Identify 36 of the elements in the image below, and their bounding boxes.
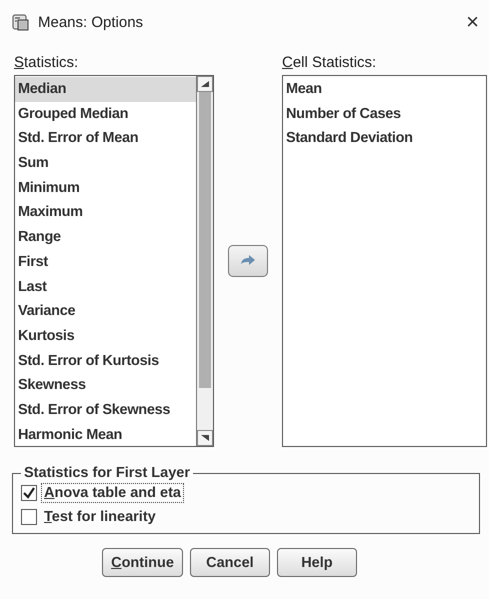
scroll-up-icon[interactable] xyxy=(201,81,209,87)
list-item[interactable]: Std. Error of Mean xyxy=(15,126,196,152)
dialog-button[interactable]: Continue xyxy=(102,548,183,577)
list-item[interactable]: Kurtosis xyxy=(15,324,196,349)
list-item[interactable]: First xyxy=(15,250,196,274)
move-button[interactable] xyxy=(228,244,268,276)
list-item[interactable]: Skewness xyxy=(15,373,196,398)
list-item[interactable]: Std. Error of Kurtosis xyxy=(15,348,196,374)
list-item[interactable]: Minimum xyxy=(15,176,196,200)
checkbox[interactable] xyxy=(21,509,37,525)
checkbox[interactable] xyxy=(21,485,37,501)
list-item[interactable]: Variance xyxy=(15,299,196,324)
list-label: Statistics: xyxy=(14,54,80,72)
list-item[interactable]: Std. Error of Skewness xyxy=(15,398,196,423)
close-button[interactable]: × xyxy=(466,9,479,35)
list-item[interactable]: Grouped Median xyxy=(15,102,196,126)
checkbox-label[interactable]: Test for linearity xyxy=(41,507,159,527)
checkbox-label[interactable]: Anova table and eta xyxy=(41,483,184,503)
list-label: Cell Statistics: xyxy=(282,54,378,72)
list-item[interactable]: Range xyxy=(15,225,196,250)
app-icon xyxy=(12,13,30,31)
list-item[interactable]: Standard Deviation xyxy=(283,126,486,152)
list-item[interactable]: Last xyxy=(15,274,196,300)
list-item[interactable]: Mean xyxy=(283,77,486,102)
dialog-button[interactable]: Cancel xyxy=(190,548,270,577)
list-item[interactable]: Median xyxy=(15,77,196,102)
list-item[interactable]: Harmonic Mean xyxy=(15,422,196,448)
window-title: Means: Options xyxy=(38,14,144,30)
group-title: Statistics for First Layer xyxy=(23,465,191,481)
scroll-down-icon[interactable] xyxy=(201,435,209,441)
dialog-button[interactable]: Help xyxy=(276,548,357,577)
list-item[interactable]: Number of Cases xyxy=(283,102,486,126)
arrow-icon xyxy=(240,254,256,266)
list-item[interactable]: Maximum xyxy=(15,200,196,226)
list-item[interactable]: Sum xyxy=(15,151,196,176)
scrollbar[interactable] xyxy=(196,76,213,446)
